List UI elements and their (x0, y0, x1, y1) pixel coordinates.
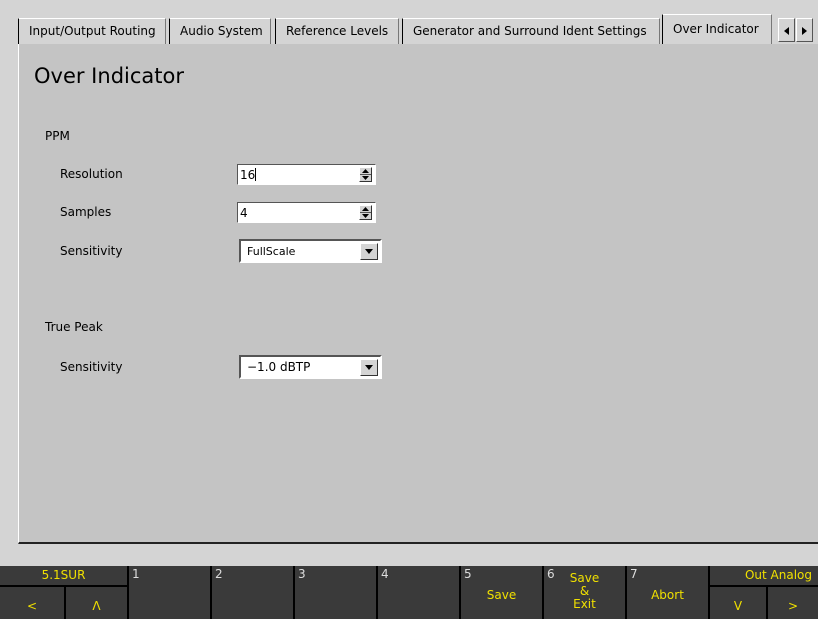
text-caret (255, 168, 257, 181)
softkey-prev-button[interactable]: < (0, 587, 64, 619)
spin-updown-icon (360, 169, 371, 180)
down-arrow-icon: V (733, 599, 743, 613)
softkey-5-save[interactable]: 5 Save (461, 566, 542, 619)
softkey-7-abort[interactable]: 7 Abort (627, 566, 708, 619)
arrow-right-icon (802, 27, 807, 35)
softkey-6-save-exit[interactable]: 6 Save & Exit (544, 566, 625, 619)
tab-scroll-left-button[interactable] (778, 18, 795, 42)
out-analog-label: Out Analog (744, 568, 812, 582)
softkey-7-number: 7 (630, 567, 638, 581)
tab-over-indicator[interactable]: Over Indicator (662, 14, 772, 44)
tab-scroll-arrows (778, 18, 814, 42)
tab-generator-surround-ident[interactable]: Generator and Surround Ident Settings (402, 18, 660, 44)
true-peak-sensitivity-value: −1.0 dBTP (247, 360, 311, 374)
next-arrow-icon: > (787, 599, 799, 613)
arrow-left-icon (784, 27, 789, 35)
softkey-5-number: 5 (464, 567, 472, 581)
up-arrow-icon: Λ (92, 599, 101, 613)
spin-updown-icon (360, 207, 371, 218)
prev-arrow-icon: < (26, 599, 38, 613)
ppm-sensitivity-dropdown-button[interactable] (360, 243, 378, 260)
true-peak-section-label: True Peak (45, 320, 103, 334)
softkey-out-analog[interactable]: Out Analog (710, 566, 818, 585)
softkey-3[interactable]: 3 (295, 566, 376, 619)
tab-reference-levels[interactable]: Reference Levels (275, 18, 399, 44)
resolution-spinbox[interactable]: 16 (237, 164, 376, 185)
chevron-down-icon (365, 365, 373, 370)
samples-spin-buttons[interactable] (359, 205, 372, 220)
softkey-4-number: 4 (381, 567, 389, 581)
samples-label: Samples (60, 205, 112, 219)
save-button-label: Save (486, 588, 517, 602)
softkey-5-1-sur[interactable]: 5.1SUR (0, 566, 127, 585)
tab-scroll-right-button[interactable] (796, 18, 813, 42)
true-peak-sensitivity-dropdown[interactable]: −1.0 dBTP (239, 355, 382, 379)
samples-value: 4 (240, 206, 248, 220)
softkey-next-button[interactable]: > (768, 587, 818, 619)
tab-input-output-routing[interactable]: Input/Output Routing (18, 18, 166, 44)
softkey-down-button[interactable]: V (710, 587, 766, 619)
tab-audio-system[interactable]: Audio System (169, 18, 271, 44)
page-title: Over Indicator (34, 64, 184, 88)
true-peak-sensitivity-dropdown-button[interactable] (360, 359, 378, 376)
softkey-1-number: 1 (132, 567, 140, 581)
softkey-5-1-sur-label: 5.1SUR (41, 568, 86, 582)
settings-panel (18, 44, 818, 544)
resolution-value: 16 (240, 168, 256, 182)
abort-button-label: Abort (651, 588, 684, 602)
ppm-section-label: PPM (45, 129, 70, 143)
samples-spinbox[interactable]: 4 (237, 202, 376, 223)
resolution-spin-buttons[interactable] (359, 167, 372, 182)
save-exit-button-label: Save & Exit (569, 571, 600, 611)
softkey-3-number: 3 (298, 567, 306, 581)
ppm-sensitivity-label: Sensitivity (60, 244, 123, 258)
true-peak-sensitivity-label: Sensitivity (60, 360, 123, 374)
softkey-2-number: 2 (215, 567, 223, 581)
ppm-sensitivity-dropdown[interactable]: FullScale (239, 239, 382, 263)
softkey-2[interactable]: 2 (212, 566, 293, 619)
ppm-sensitivity-value: FullScale (247, 245, 296, 258)
softkey-4[interactable]: 4 (378, 566, 459, 619)
tab-bar: Input/Output Routing Audio System Refere… (0, 0, 818, 44)
resolution-label: Resolution (60, 167, 123, 181)
chevron-down-icon (365, 249, 373, 254)
softkey-1[interactable]: 1 (129, 566, 210, 619)
softkey-up-button[interactable]: Λ (66, 587, 127, 619)
softkey-bar: 5.1SUR < Λ 1 2 3 4 5 Save 6 Save & Exit … (0, 566, 818, 619)
